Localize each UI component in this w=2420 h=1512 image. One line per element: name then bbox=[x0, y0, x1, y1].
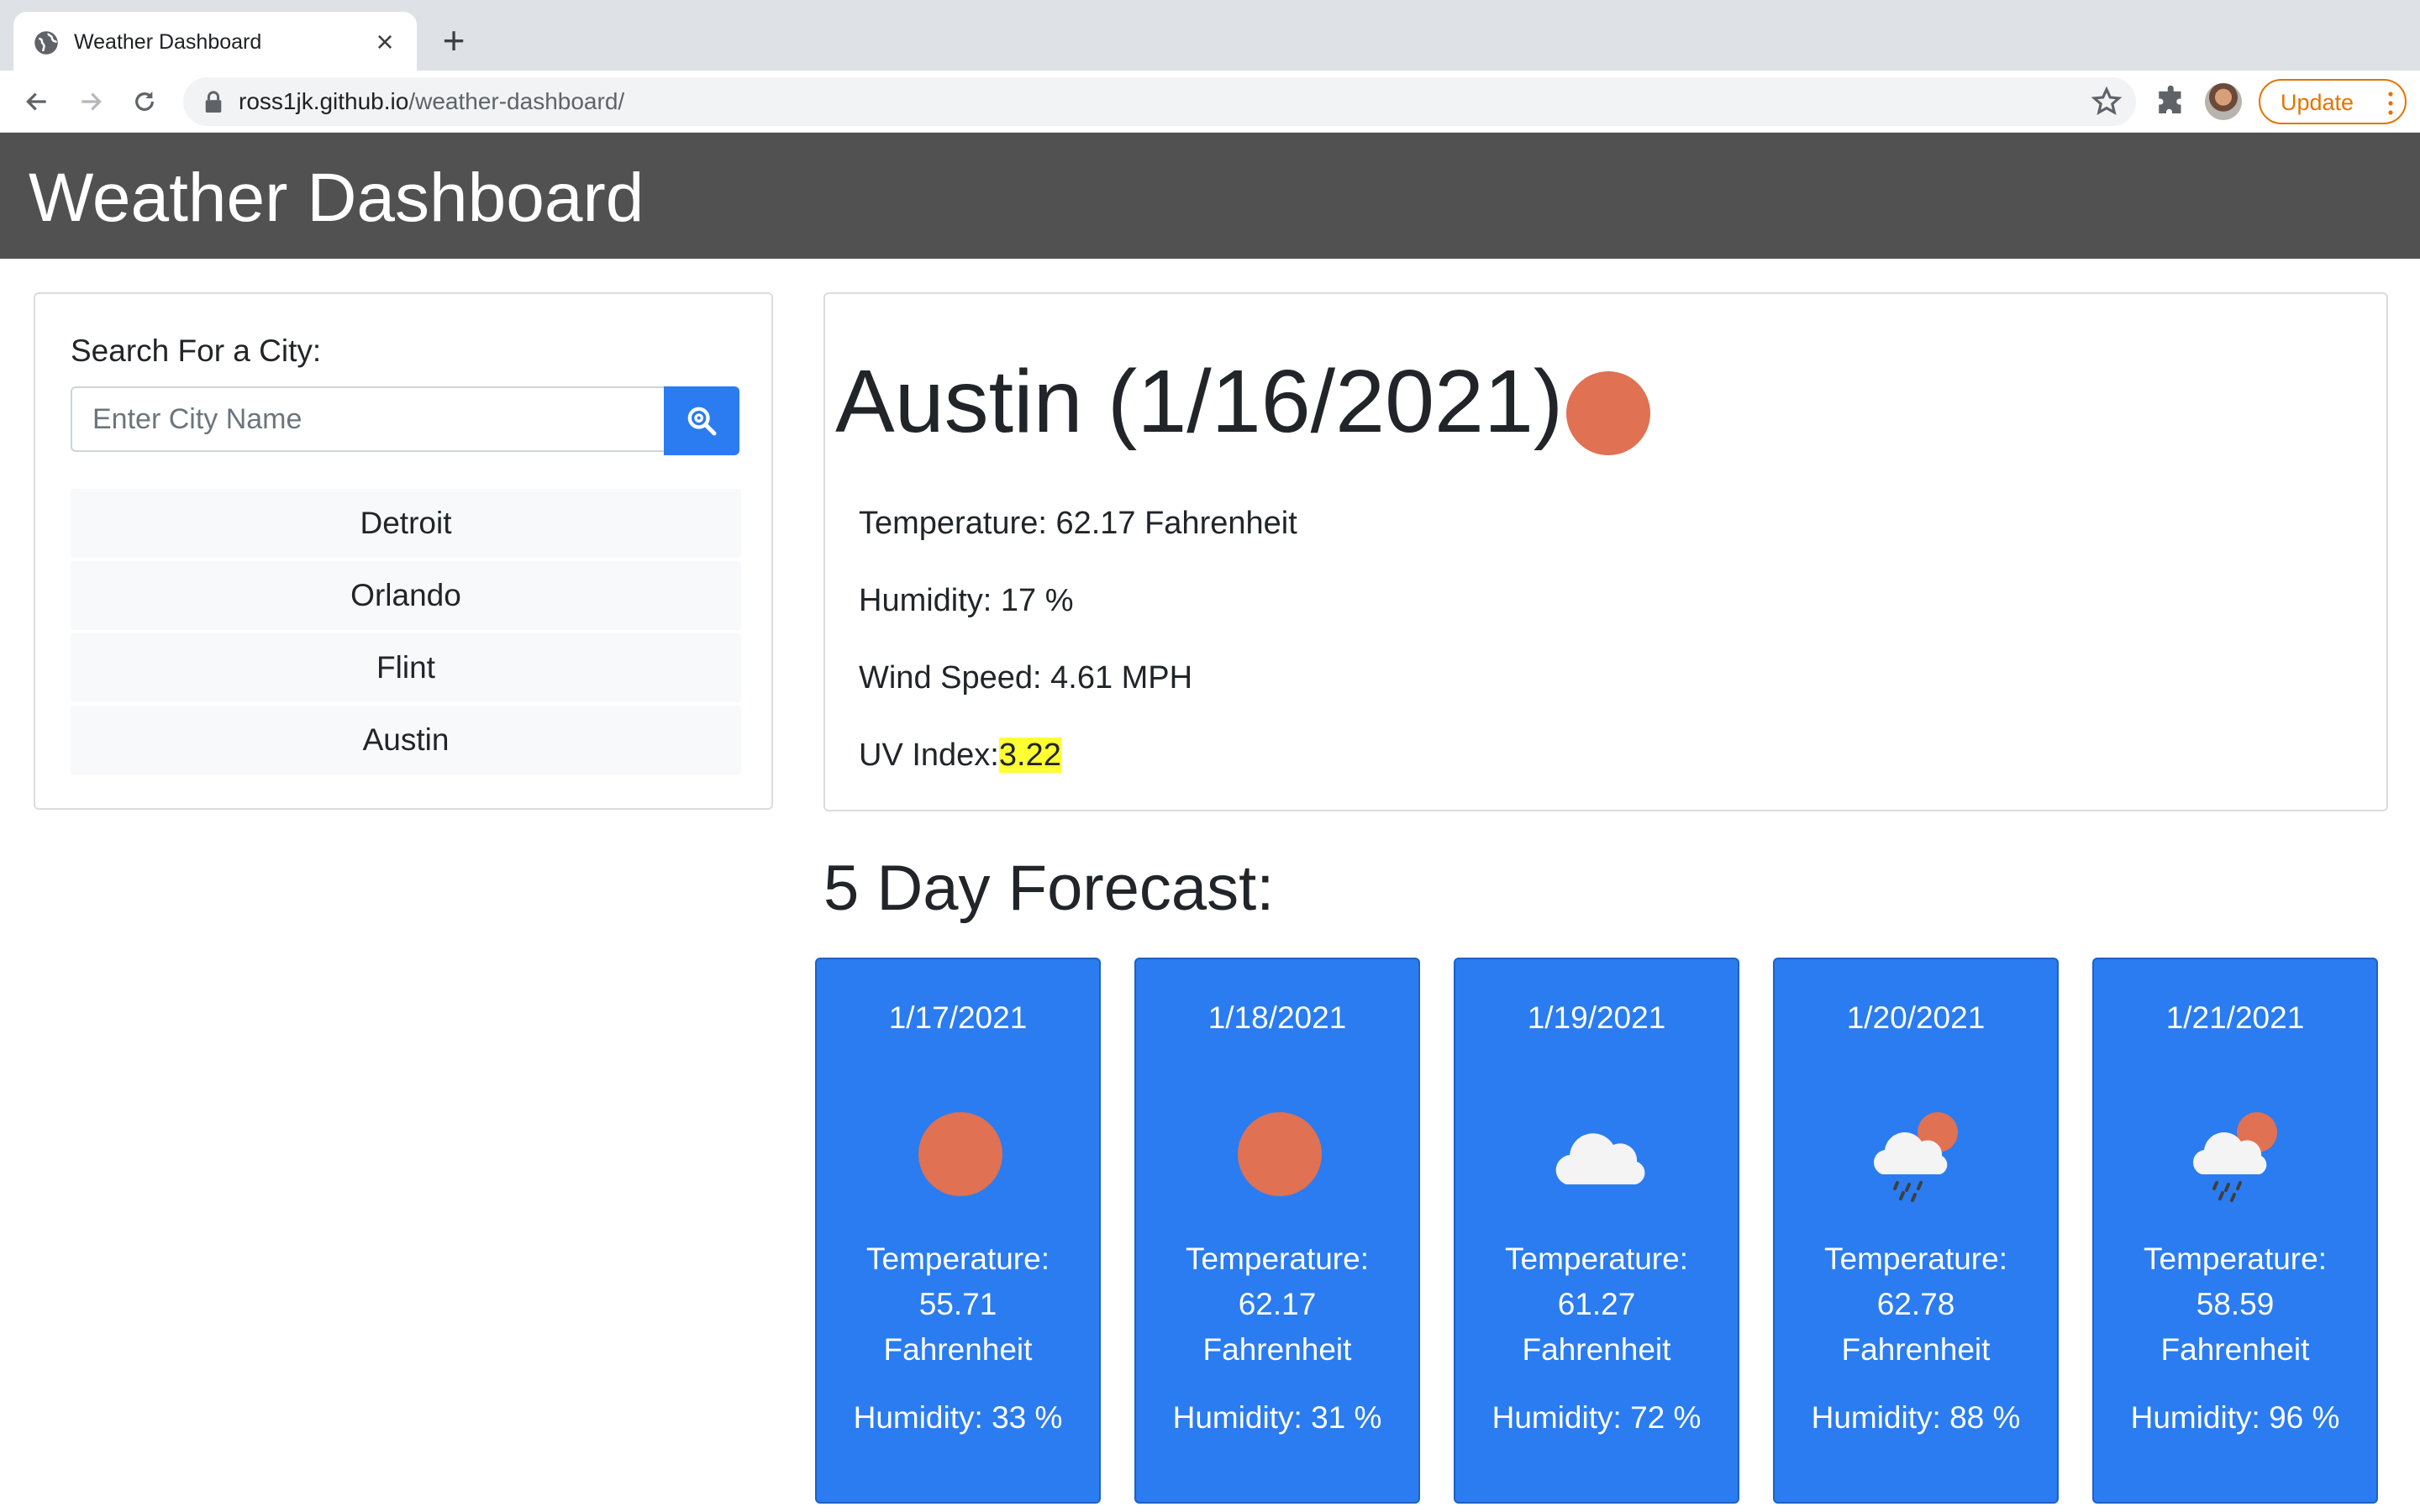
forecast-card: 1/19/2021 Temperature: 61.27 Fahrenheit … bbox=[1454, 958, 1739, 1504]
extensions-puzzle-icon[interactable] bbox=[2154, 84, 2190, 119]
forecast-temperature: Temperature: 62.17 Fahrenheit bbox=[1136, 1236, 1418, 1373]
rain-sun-icon bbox=[2193, 1112, 2277, 1202]
more-vert-icon bbox=[2388, 92, 2393, 115]
forecast-temperature: Temperature: 55.71 Fahrenheit bbox=[817, 1236, 1099, 1373]
page-title: Weather Dashboard bbox=[29, 160, 644, 236]
url-text: ross1jk.github.io/weather-dashboard/ bbox=[239, 87, 624, 116]
bookmark-star-icon[interactable] bbox=[2091, 86, 2123, 118]
forecast-temp-value: 62.17 bbox=[1238, 1287, 1317, 1321]
history-item-detroit[interactable]: Detroit bbox=[71, 489, 741, 558]
browser-toolbar: ross1jk.github.io/weather-dashboard/ Upd… bbox=[0, 71, 2420, 133]
search-panel: Search For a City: Detroit Orlando Flint… bbox=[34, 292, 773, 810]
forward-icon[interactable] bbox=[71, 81, 111, 122]
current-weather-panel: Austin (1/16/2021) Temperature: 62.17 Fa… bbox=[823, 292, 2388, 811]
browser-tab[interactable]: Weather Dashboard × bbox=[13, 12, 417, 71]
search-button[interactable] bbox=[664, 386, 739, 455]
current-uv-index: UV Index:3.22 bbox=[859, 736, 1061, 774]
url-host: ross1jk.github.io bbox=[239, 88, 409, 114]
current-wind-speed: Wind Speed: 4.61 MPH bbox=[859, 660, 1193, 696]
uv-value-badge: 3.22 bbox=[998, 738, 1061, 773]
tab-close-icon[interactable]: × bbox=[370, 27, 400, 57]
forecast-temp-unit: Fahrenheit bbox=[1841, 1332, 1991, 1367]
url-path: /weather-dashboard/ bbox=[408, 88, 625, 114]
forecast-card: 1/20/2021 Temperature: 62.78 Fahrenheit … bbox=[1773, 958, 2059, 1504]
forecast-temp-label: Temperature: bbox=[866, 1242, 1050, 1276]
forecast-temperature: Temperature: 62.78 Fahrenheit bbox=[1775, 1236, 2057, 1373]
current-city-heading: Austin (1/16/2021) bbox=[835, 352, 1564, 451]
forecast-date: 1/19/2021 bbox=[1527, 1000, 1666, 1035]
forecast-humidity: Humidity: 88 % bbox=[1811, 1400, 2021, 1435]
city-search-input[interactable] bbox=[71, 386, 666, 452]
forecast-temperature: Temperature: 61.27 Fahrenheit bbox=[1455, 1236, 1738, 1373]
new-tab-icon[interactable]: + bbox=[435, 21, 472, 60]
forecast-temp-value: 58.59 bbox=[2196, 1287, 2275, 1321]
forecast-temp-unit: Fahrenheit bbox=[883, 1332, 1033, 1367]
lock-icon bbox=[205, 91, 222, 113]
forecast-temp-value: 55.71 bbox=[918, 1287, 997, 1321]
globe-icon bbox=[34, 31, 58, 55]
history-item-austin[interactable]: Austin bbox=[71, 706, 741, 774]
address-bar[interactable]: ross1jk.github.io/weather-dashboard/ bbox=[183, 77, 2136, 126]
forecast-temp-unit: Fahrenheit bbox=[2160, 1332, 2310, 1367]
uv-label: UV Index: bbox=[859, 738, 999, 773]
forecast-card: 1/18/2021 Temperature: 62.17 Fahrenheit … bbox=[1134, 958, 1420, 1504]
forecast-temp-unit: Fahrenheit bbox=[1202, 1332, 1352, 1367]
tab-title: Weather Dashboard bbox=[74, 30, 262, 54]
forecast-humidity: Humidity: 33 % bbox=[853, 1400, 1063, 1435]
browser-tabstrip: Weather Dashboard × + bbox=[0, 0, 2420, 71]
forecast-temp-unit: Fahrenheit bbox=[1522, 1332, 1671, 1367]
forecast-title: 5 Day Forecast: bbox=[823, 853, 1275, 924]
search-label: Search For a City: bbox=[71, 333, 322, 368]
forecast-date: 1/18/2021 bbox=[1207, 1000, 1347, 1035]
forecast-temp-label: Temperature: bbox=[2144, 1242, 2327, 1276]
forecast-temperature: Temperature: 58.59 Fahrenheit bbox=[2094, 1236, 2376, 1373]
forecast-temp-value: 61.27 bbox=[1557, 1287, 1636, 1321]
profile-avatar[interactable] bbox=[2205, 83, 2242, 120]
forecast-date: 1/17/2021 bbox=[888, 1000, 1028, 1035]
history-item-flint[interactable]: Flint bbox=[71, 633, 741, 702]
app-header: Weather Dashboard bbox=[0, 133, 2420, 259]
forecast-temp-value: 62.78 bbox=[1876, 1287, 1955, 1321]
cloud-icon bbox=[1555, 1133, 1645, 1184]
update-label: Update bbox=[2281, 90, 2354, 115]
back-icon[interactable] bbox=[17, 81, 57, 122]
sun-icon bbox=[909, 1104, 1010, 1205]
rain-sun-icon bbox=[1874, 1112, 1958, 1202]
search-history-list: Detroit Orlando Flint Austin bbox=[71, 489, 741, 778]
forecast-temp-label: Temperature: bbox=[1186, 1242, 1369, 1276]
forecast-humidity: Humidity: 31 % bbox=[1172, 1400, 1382, 1435]
sun-icon bbox=[1566, 371, 1650, 455]
forecast-date: 1/21/2021 bbox=[2165, 1000, 2305, 1035]
forecast-humidity: Humidity: 96 % bbox=[2130, 1400, 2340, 1435]
sun-icon bbox=[1228, 1104, 1329, 1205]
forecast-card: 1/17/2021 Temperature: 55.71 Fahrenheit … bbox=[815, 958, 1101, 1504]
forecast-card: 1/21/2021 Temperature: 58.59 Fahrenheit … bbox=[2092, 958, 2378, 1504]
forecast-temp-label: Temperature: bbox=[1824, 1242, 2007, 1276]
reload-icon[interactable] bbox=[124, 81, 165, 122]
forecast-humidity: Humidity: 72 % bbox=[1491, 1400, 1702, 1435]
forecast-date: 1/20/2021 bbox=[1846, 1000, 1986, 1035]
current-humidity: Humidity: 17 % bbox=[859, 583, 1074, 618]
current-temperature: Temperature: 62.17 Fahrenheit bbox=[859, 506, 1297, 541]
forecast-temp-label: Temperature: bbox=[1505, 1242, 1688, 1276]
history-item-orlando[interactable]: Orlando bbox=[71, 561, 741, 630]
update-button[interactable]: Update bbox=[2259, 79, 2407, 124]
search-icon bbox=[687, 407, 717, 436]
